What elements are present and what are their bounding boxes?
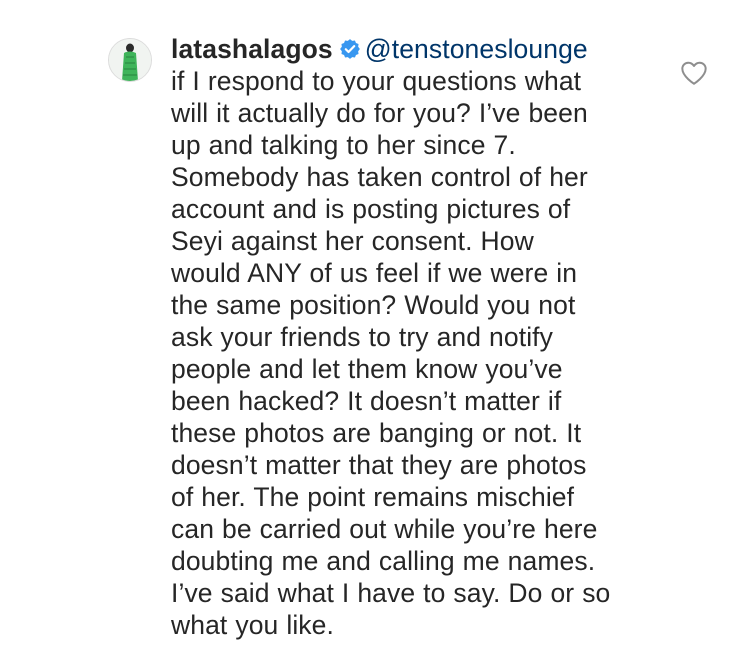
- comment-username[interactable]: latashalagos: [171, 34, 333, 64]
- comment-text-line: would ANY of us feel if we were in: [171, 258, 578, 288]
- comment-text-line: of her. The point remains mischief: [171, 482, 575, 512]
- avatar[interactable]: [108, 38, 152, 82]
- comment-text-line: the same position? Would you not: [171, 290, 576, 320]
- comment-text-line: ask your friends to try and notify: [171, 322, 553, 352]
- comment-body: latashalagos @tenstoneslounge if I respo…: [171, 33, 651, 641]
- comment-text-line: these photos are banging or not. It: [171, 418, 582, 448]
- avatar-image: [109, 39, 151, 81]
- comment-item: latashalagos @tenstoneslounge if I respo…: [0, 0, 750, 665]
- comment-text-line: account and is posting pictures of: [171, 194, 571, 224]
- comment-text-line: I’ve said what I have to say. Do or so: [171, 578, 611, 608]
- comment-header-line: latashalagos @tenstoneslounge: [171, 33, 651, 65]
- comment-text-line: what you like.: [171, 610, 334, 640]
- comment-text-line: been hacked? It doesn’t matter if: [171, 386, 562, 416]
- comment-text-line: if I respond to your questions what: [171, 66, 582, 96]
- heart-outline-icon: [681, 61, 707, 85]
- comment-text-line: people and let them know you’ve: [171, 354, 563, 384]
- like-button[interactable]: [680, 60, 708, 86]
- comment-text-line: doesn’t matter that they are photos: [171, 450, 587, 480]
- comment-text-line: Seyi against her consent. How: [171, 226, 534, 256]
- comment-text-line: doubting me and calling me names.: [171, 546, 596, 576]
- comment-text-line: will it actually do for you? I’ve been: [171, 98, 588, 128]
- verified-badge-icon: [339, 39, 360, 59]
- comment-mention-link[interactable]: @tenstoneslounge: [365, 34, 588, 64]
- comment-text-line: Somebody has taken control of her: [171, 162, 588, 192]
- comment-text-line: up and talking to her since 7.: [171, 130, 516, 160]
- comment-text-line: can be carried out while you’re here: [171, 514, 598, 544]
